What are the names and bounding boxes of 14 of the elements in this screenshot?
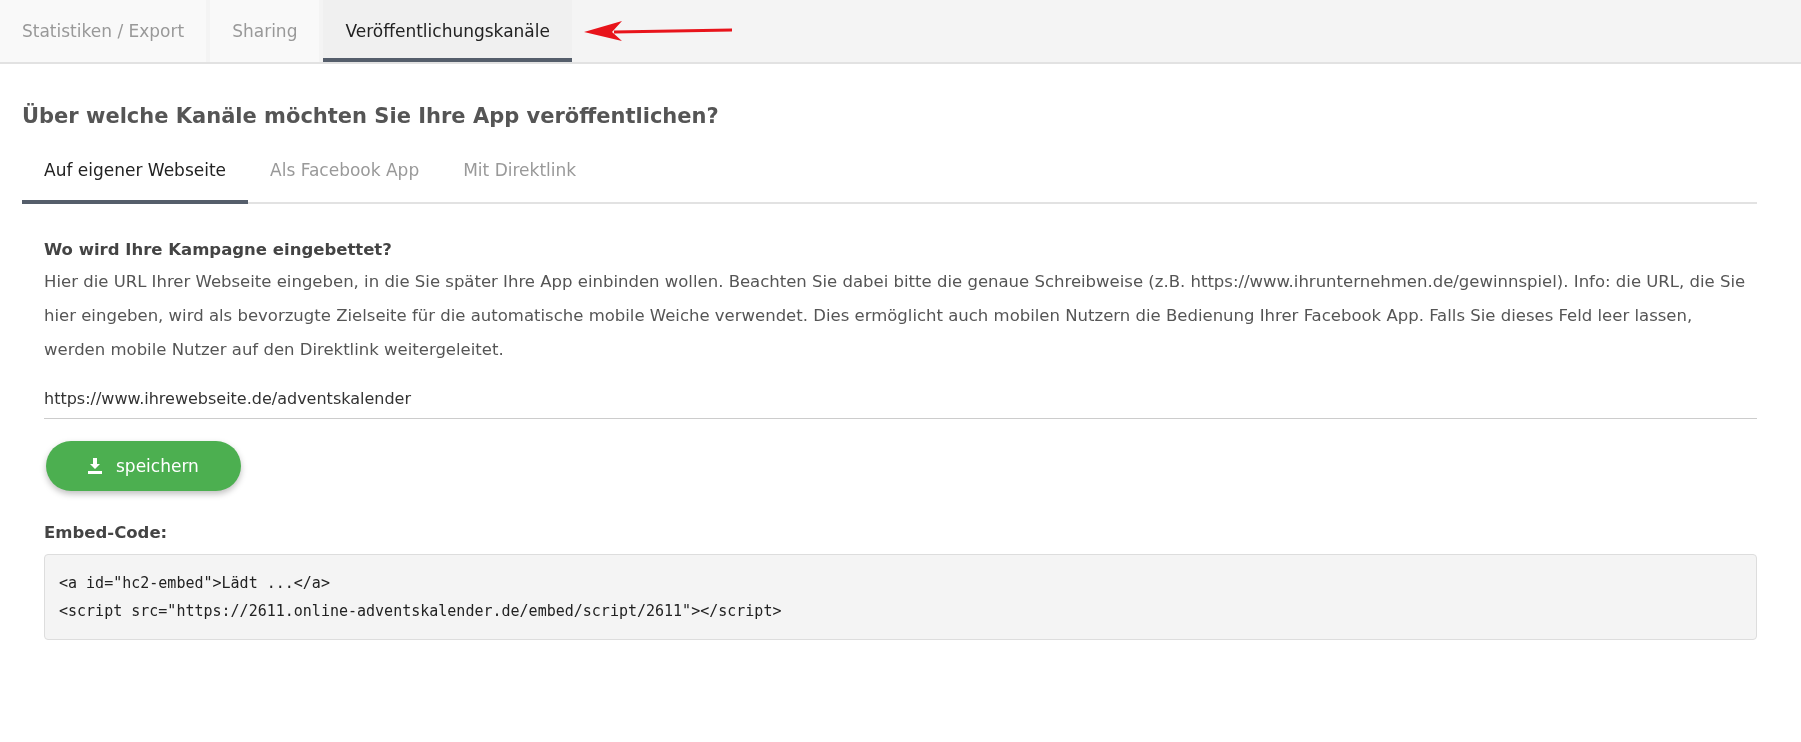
top-tab[interactable]: Statistiken / Export bbox=[0, 0, 207, 62]
save-button[interactable]: speichern bbox=[46, 441, 241, 491]
download-icon bbox=[88, 458, 102, 474]
channel-tab[interactable]: Als Facebook App bbox=[248, 144, 442, 204]
description-text: Hier die URL Ihrer Webseite eingeben, in die Sie später Ihre App einbinden wollen. Beachten Sie dabei bitte die genaue Schreibweise (z.B. https://www.ihrunternehmen.de/gewinnspiel). Info: die URL, die Sie hier eingeben, wird als bevorzugte Zielseite für die automatische mobile Weiche verwendet. Dies ermöglicht auch mobilen Nutzern die Bedienung Ihrer Facebook App. Falls Sie dieses Feld leer lassen, werden mobile Nutzer auf den Direktlink weitergeleitet. bbox=[44, 271, 1747, 361]
channel-tab[interactable]: Auf eigener Webseite bbox=[22, 144, 249, 204]
top-tab[interactable]: Sharing bbox=[210, 0, 320, 62]
embed-code-label: Embed-Code: bbox=[44, 523, 169, 542]
code-line: <a id="hc2-embed">Lädt ...</a> bbox=[59, 573, 331, 594]
code-line: <script src="https://2611.online-adventskalender.de/embed/script/2611"></script> bbox=[59, 601, 783, 622]
channel-tab[interactable]: Mit Direktlink bbox=[441, 144, 599, 204]
top-tab[interactable]: Veröffentlichungskanäle bbox=[323, 0, 572, 62]
page-heading: Über welche Kanäle möchten Sie Ihre App veröffentlichen? bbox=[22, 104, 720, 128]
section-title: Wo wird Ihre Kampagne eingebettet? bbox=[44, 240, 393, 259]
